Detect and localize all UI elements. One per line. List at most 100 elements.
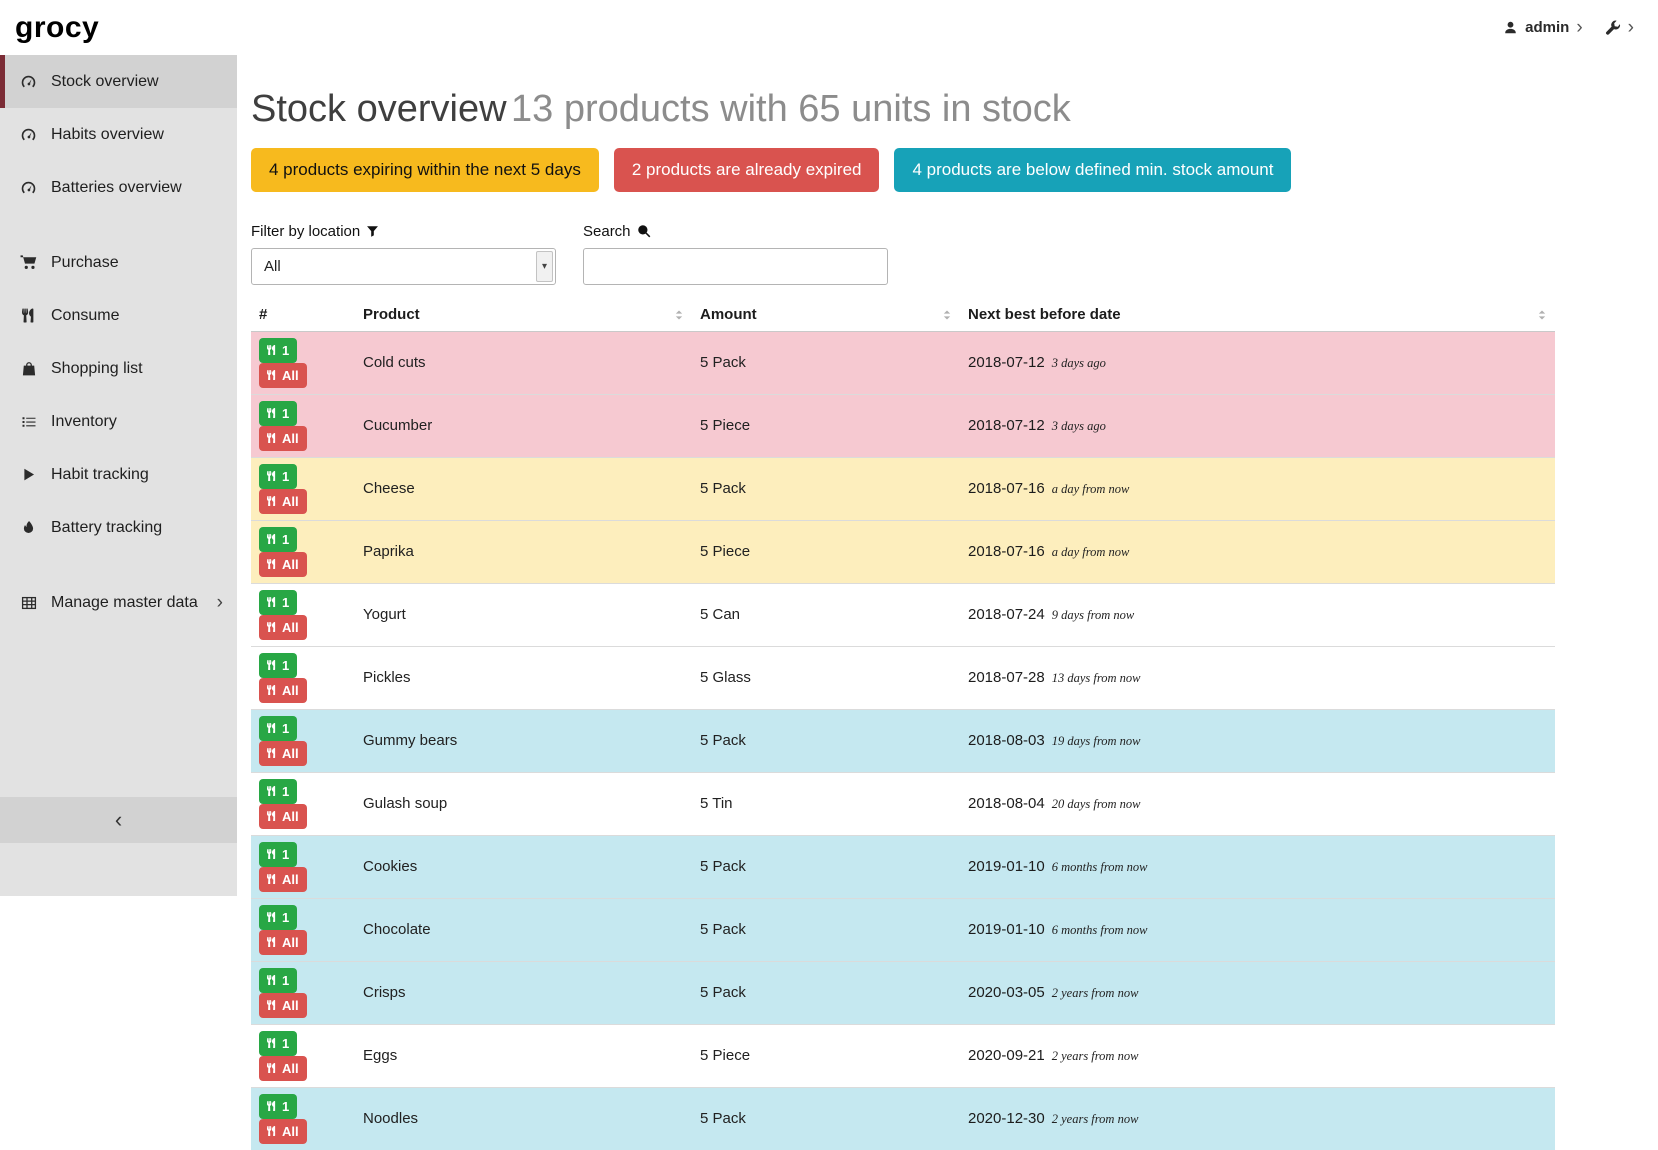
table-row: 1 All Paprika 5 Piece 2018-07-16a day fr… [251, 520, 1555, 583]
due-relative-text: 2 years from now [1052, 986, 1139, 1000]
consume-one-button[interactable]: 1 [259, 779, 297, 804]
product-name: Gulash soup [355, 772, 692, 835]
sidebar-item-inventory[interactable]: Inventory › [0, 395, 237, 448]
sort-icon[interactable] [674, 309, 684, 321]
consume-one-button[interactable]: 1 [259, 905, 297, 930]
cutlery-icon [267, 495, 277, 507]
page-subtitle: 13 products with 65 units in stock [511, 88, 1071, 130]
search-group: Search [583, 223, 888, 285]
consume-one-button[interactable]: 1 [259, 842, 297, 867]
due-relative-text: a day from now [1052, 482, 1130, 496]
cutlery-icon [267, 344, 277, 356]
product-amount: 5 Tin [692, 772, 960, 835]
stock-table: # Product Amount Next best before date 1… [251, 300, 1555, 1150]
due-relative-text: 6 months from now [1052, 923, 1148, 937]
product-name: Cucumber [355, 394, 692, 457]
sidebar-collapse-button[interactable]: ‹ [0, 797, 237, 843]
sidebar-item-label: Shopping list [51, 360, 223, 378]
product-name: Eggs [355, 1024, 692, 1087]
consume-all-button[interactable]: All [259, 615, 307, 640]
top-header: grocy admin › › [0, 0, 1658, 55]
consume-all-button[interactable]: All [259, 552, 307, 577]
column-header-date[interactable]: Next best before date [960, 300, 1555, 332]
cutlery-icon [267, 533, 277, 545]
column-header-product[interactable]: Product [355, 300, 692, 332]
consume-all-button[interactable]: All [259, 867, 307, 892]
table-row: 1 All Cheese 5 Pack 2018-07-16a day from… [251, 457, 1555, 520]
user-icon [1503, 20, 1518, 35]
consume-one-button[interactable]: 1 [259, 464, 297, 489]
consume-one-button[interactable]: 1 [259, 653, 297, 678]
sidebar-item-purchase[interactable]: Purchase › [0, 236, 237, 289]
column-header-num: # [251, 300, 355, 332]
best-before-date: 2018-07-16 [968, 480, 1045, 497]
sidebar-item-consume[interactable]: Consume › [0, 289, 237, 342]
table-row: 1 All Crisps 5 Pack 2020-03-052 years fr… [251, 961, 1555, 1024]
row-actions: 1 All [251, 457, 355, 520]
settings-menu[interactable]: › [1605, 18, 1634, 37]
location-filter-group: Filter by location All ▾ [251, 223, 556, 285]
consume-all-button[interactable]: All [259, 363, 307, 388]
consume-one-button[interactable]: 1 [259, 401, 297, 426]
bag-icon [19, 361, 38, 377]
product-amount: 5 Piece [692, 394, 960, 457]
search-label-text: Search [583, 223, 631, 240]
sidebar-item-battery-tracking[interactable]: Battery tracking › [0, 501, 237, 554]
consume-one-button[interactable]: 1 [259, 527, 297, 552]
app-logo[interactable]: grocy [15, 11, 99, 45]
consume-one-button[interactable]: 1 [259, 338, 297, 363]
consume-all-button[interactable]: All [259, 804, 307, 829]
cutlery-icon [267, 722, 277, 734]
product-amount: 5 Pack [692, 835, 960, 898]
badge-expired[interactable]: 2 products are already expired [614, 148, 880, 192]
consume-all-button[interactable]: All [259, 993, 307, 1018]
sidebar-item-habits-overview[interactable]: Habits overview › [0, 108, 237, 161]
search-input[interactable] [583, 248, 888, 285]
sidebar-item-label: Manage master data [51, 594, 204, 612]
due-relative-text: 6 months from now [1052, 860, 1148, 874]
sidebar-item-shopping-list[interactable]: Shopping list › [0, 342, 237, 395]
badge-expiring[interactable]: 4 products expiring within the next 5 da… [251, 148, 599, 192]
consume-all-button[interactable]: All [259, 426, 307, 451]
sidebar-item-label: Habits overview [51, 126, 223, 144]
sidebar: Stock overview › Habits overview › Batte… [0, 55, 237, 896]
consume-one-button[interactable]: 1 [259, 716, 297, 741]
consume-all-button[interactable]: All [259, 489, 307, 514]
cutlery-icon [19, 308, 38, 323]
user-menu[interactable]: admin › [1503, 18, 1583, 37]
cutlery-icon [267, 848, 277, 860]
consume-all-button[interactable]: All [259, 930, 307, 955]
consume-one-button[interactable]: 1 [259, 1094, 297, 1119]
due-relative-text: 9 days from now [1052, 608, 1135, 622]
sort-icon[interactable] [942, 309, 952, 321]
chevron-left-icon: ‹ [115, 807, 122, 833]
row-actions: 1 All [251, 520, 355, 583]
sidebar-item-stock-overview[interactable]: Stock overview › [0, 55, 237, 108]
sidebar-item-label: Batteries overview [51, 179, 223, 197]
due-relative-text: 2 years from now [1052, 1112, 1139, 1126]
wrench-icon [1605, 20, 1621, 36]
page-title: Stock overview [251, 88, 507, 130]
table-row: 1 All Gummy bears 5 Pack 2018-08-0319 da… [251, 709, 1555, 772]
consume-one-button[interactable]: 1 [259, 590, 297, 615]
list-icon [19, 414, 38, 430]
sort-icon[interactable] [1537, 309, 1547, 321]
cutlery-icon [267, 432, 277, 444]
consume-one-button[interactable]: 1 [259, 968, 297, 993]
consume-one-button[interactable]: 1 [259, 1031, 297, 1056]
best-before-date: 2020-09-21 [968, 1047, 1045, 1064]
product-name: Crisps [355, 961, 692, 1024]
badge-below-min-stock[interactable]: 4 products are below defined min. stock … [894, 148, 1291, 192]
consume-all-button[interactable]: All [259, 1119, 307, 1144]
location-filter-select[interactable]: All ▾ [251, 248, 556, 285]
column-header-amount[interactable]: Amount [692, 300, 960, 332]
search-icon [637, 224, 651, 238]
consume-all-button[interactable]: All [259, 678, 307, 703]
due-relative-text: 3 days ago [1052, 356, 1106, 370]
sidebar-item-batteries-overview[interactable]: Batteries overview › [0, 161, 237, 214]
sidebar-item-manage-master-data[interactable]: Manage master data › [0, 576, 237, 629]
consume-all-button[interactable]: All [259, 1056, 307, 1081]
sidebar-item-habit-tracking[interactable]: Habit tracking › [0, 448, 237, 501]
due-relative-text: a day from now [1052, 545, 1130, 559]
consume-all-button[interactable]: All [259, 741, 307, 766]
